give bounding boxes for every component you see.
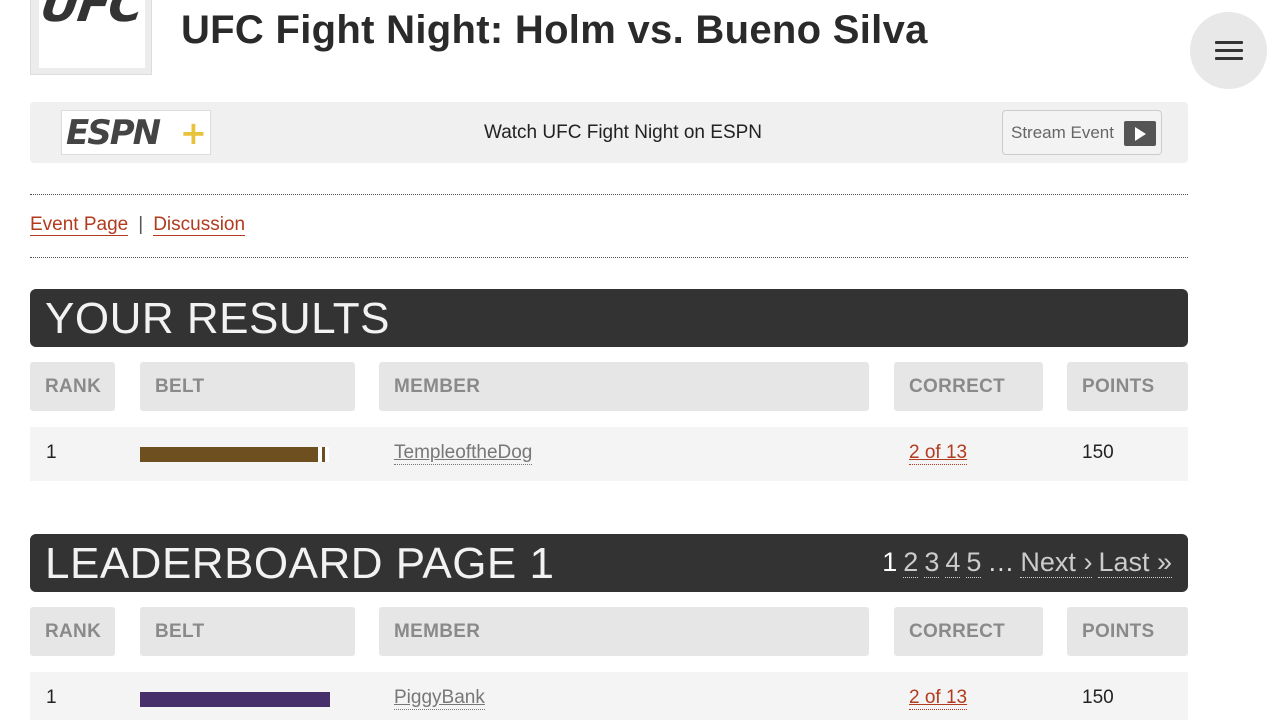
event-nav: Event Page | Discussion <box>30 214 246 236</box>
divider <box>30 194 1188 195</box>
table-row: 1 TempleoftheDog 2 of 13 150 <box>30 427 1188 481</box>
column-header-points: POINTS <box>1067 607 1188 656</box>
correct-link[interactable]: 2 of 13 <box>909 687 968 710</box>
column-header-rank: RANK <box>30 607 115 656</box>
page-link-4[interactable]: 4 <box>945 547 961 578</box>
points-value: 150 <box>1082 687 1114 708</box>
leaderboard-header: LEADERBOARD PAGE 1 1 2 3 4 5… Next › Last » <box>30 534 1188 592</box>
table-row: 1 PiggyBank 2 of 13 150 <box>30 672 1188 720</box>
divider <box>30 257 1188 258</box>
column-header-belt: BELT <box>140 362 355 411</box>
correct-link[interactable]: 2 of 13 <box>909 442 968 465</box>
pagination: 1 2 3 4 5… Next › Last » <box>882 547 1172 578</box>
column-header-correct: CORRECT <box>894 607 1043 656</box>
ufc-logo-text: UFC <box>39 0 145 33</box>
page-link-2[interactable]: 2 <box>903 547 919 578</box>
hamburger-menu-button[interactable] <box>1190 12 1267 89</box>
next-page-link[interactable]: Next › <box>1020 547 1093 578</box>
play-icon <box>1124 121 1156 146</box>
stream-event-button[interactable]: Stream Event <box>1002 110 1162 155</box>
last-page-link[interactable]: Last » <box>1098 547 1172 578</box>
page-current: 1 <box>882 547 898 577</box>
page-link-5[interactable]: 5 <box>966 547 982 578</box>
member-link[interactable]: TempleoftheDog <box>394 442 533 465</box>
page-link-3[interactable]: 3 <box>924 547 940 578</box>
espn-promo-bar: ESPN + Watch UFC Fight Night on ESPN Str… <box>30 102 1188 163</box>
hamburger-menu-icon <box>1215 41 1243 44</box>
member-link[interactable]: PiggyBank <box>394 687 485 710</box>
rank-value: 1 <box>46 442 57 463</box>
column-header-member: MEMBER <box>379 362 869 411</box>
page-title: UFC Fight Night: Holm vs. Bueno Silva <box>181 8 928 52</box>
column-header-member: MEMBER <box>379 607 869 656</box>
page-ellipsis: … <box>987 547 1015 577</box>
belt-icon <box>140 447 329 462</box>
section-title: LEADERBOARD PAGE 1 <box>45 539 555 588</box>
event-page-link[interactable]: Event Page <box>30 214 129 236</box>
your-results-header: YOUR RESULTS <box>30 289 1188 347</box>
column-header-rank: RANK <box>30 362 115 411</box>
stream-event-label: Stream Event <box>1011 123 1114 142</box>
section-title: YOUR RESULTS <box>45 294 391 343</box>
column-header-belt: BELT <box>140 607 355 656</box>
ufc-logo[interactable]: UFC <box>39 0 145 68</box>
nav-separator: | <box>138 214 144 235</box>
points-value: 150 <box>1082 442 1114 463</box>
rank-value: 1 <box>46 687 57 708</box>
column-header-points: POINTS <box>1067 362 1188 411</box>
column-header-correct: CORRECT <box>894 362 1043 411</box>
discussion-link[interactable]: Discussion <box>153 214 246 236</box>
ufc-logo-frame[interactable]: UFC <box>30 0 152 75</box>
belt-icon <box>140 692 330 707</box>
